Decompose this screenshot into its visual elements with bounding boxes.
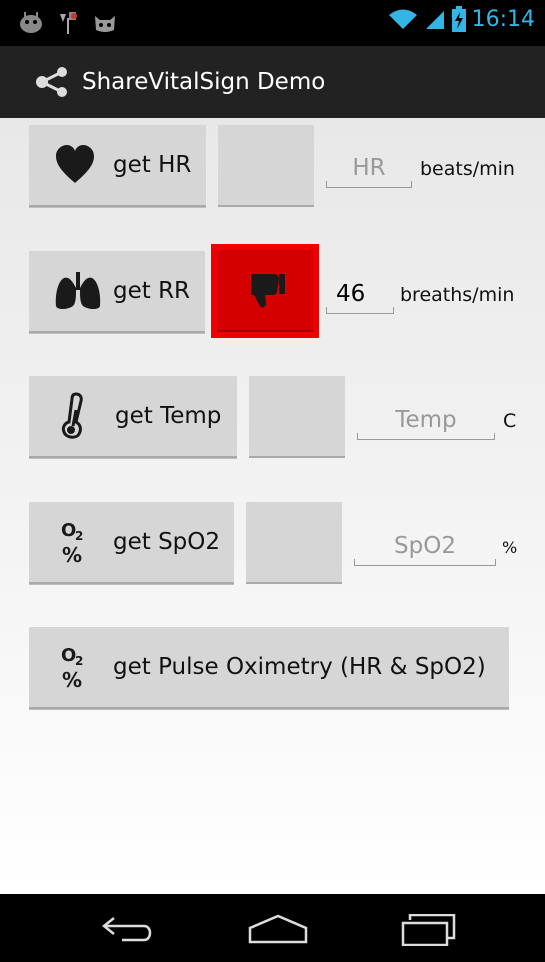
lungs-icon [55, 272, 101, 309]
system-icons: 16:14 [388, 6, 535, 32]
temp-field[interactable] [357, 400, 495, 440]
get-pulse-oximetry-button[interactable]: O 2 % get Pulse Oximetry (HR & SpO2) [29, 627, 509, 709]
spo2-status-box [246, 502, 342, 584]
hr-field[interactable] [326, 148, 412, 188]
battery-charging-icon [451, 6, 466, 32]
thermometer-icon [61, 392, 83, 439]
hr-field-underline [326, 181, 412, 188]
android-icon [20, 12, 42, 33]
o2-percent-icon: O 2 % [61, 645, 83, 689]
rr-field-underline [326, 307, 394, 314]
wifi-icon [388, 9, 417, 29]
status-bar: 16:14 [0, 0, 545, 46]
navigation-bar [0, 894, 545, 962]
app-title: ShareVitalSign Demo [82, 69, 326, 95]
recent-apps-icon[interactable] [400, 914, 456, 946]
get-rr-label: get RR [113, 278, 191, 304]
thumbs-down-icon [251, 274, 285, 308]
rr-field[interactable] [326, 274, 404, 314]
notification-icons [18, 10, 118, 36]
heart-icon [56, 145, 94, 183]
spo2-unit: % [502, 538, 518, 557]
svg-text:2: 2 [75, 529, 83, 543]
get-hr-button[interactable]: get HR [29, 125, 206, 207]
get-pulse-oximetry-label: get Pulse Oximetry (HR & SpO2) [113, 654, 486, 680]
hr-status-box [218, 125, 314, 207]
action-bar: ShareVitalSign Demo [0, 46, 545, 118]
rr-unit: breaths/min [400, 284, 515, 306]
signal-icon [425, 11, 444, 29]
share-icon[interactable] [34, 66, 70, 98]
back-icon[interactable] [100, 916, 156, 944]
hr-unit: beats/min [420, 158, 515, 180]
temp-status-box [249, 376, 345, 458]
svg-text:%: % [62, 543, 82, 564]
spo2-field-underline [354, 559, 496, 566]
temp-unit: C [503, 410, 517, 432]
usb-debug-icon [60, 12, 77, 34]
get-spo2-label: get SpO2 [113, 529, 221, 555]
clock: 16:14 [471, 6, 535, 32]
home-icon[interactable] [248, 914, 308, 944]
get-hr-label: get HR [113, 152, 192, 178]
get-spo2-button[interactable]: O 2 % get SpO2 [29, 502, 234, 584]
o2-percent-icon: O 2 % [61, 520, 83, 564]
svg-text:%: % [62, 668, 82, 689]
temp-field-underline [357, 433, 495, 440]
cat-icon [95, 16, 115, 32]
spo2-field[interactable] [354, 526, 496, 566]
rr-status-box [211, 244, 319, 338]
svg-text:2: 2 [75, 654, 83, 668]
get-rr-button[interactable]: get RR [29, 251, 205, 333]
get-temp-button[interactable]: get Temp [29, 376, 237, 458]
get-temp-label: get Temp [115, 403, 222, 429]
